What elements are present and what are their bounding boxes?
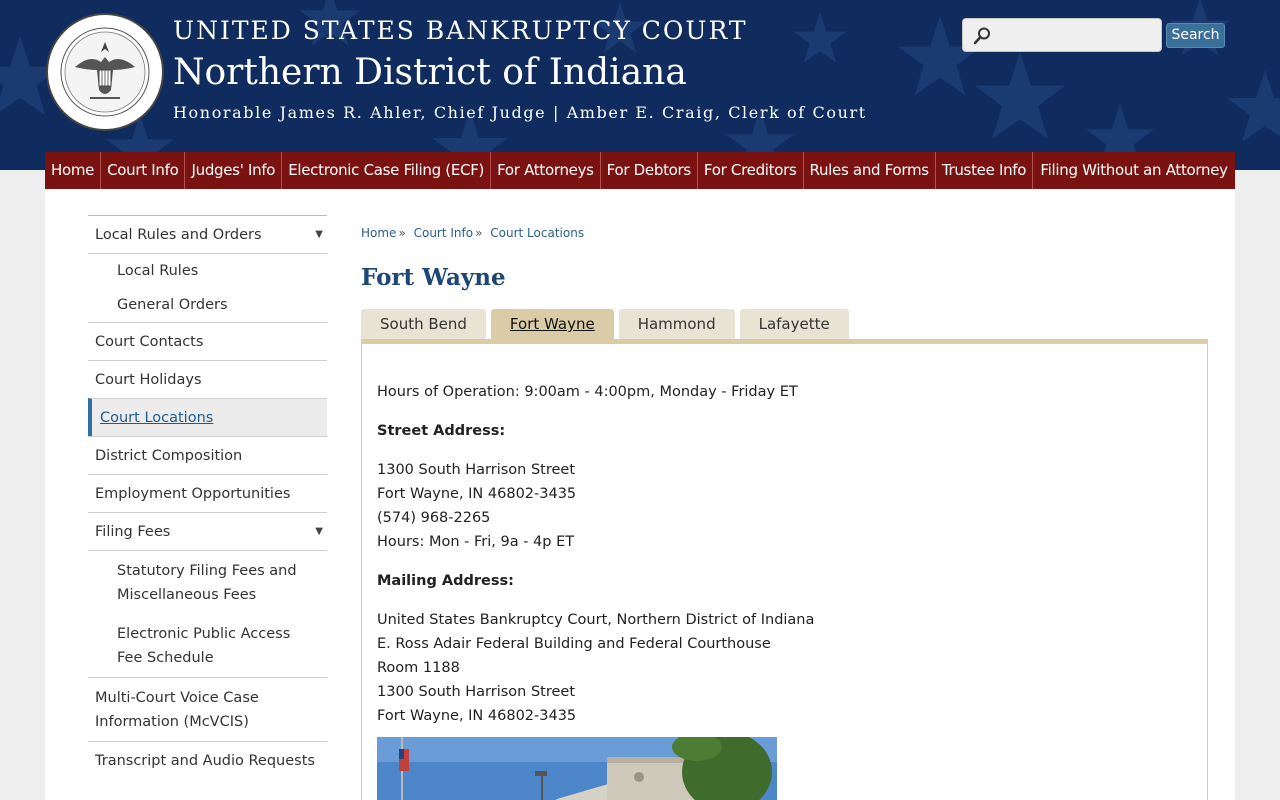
breadcrumb-court-info[interactable]: Court Info [414,226,474,240]
sidebar-item-statutory-filing-fees[interactable]: Statutory Filing Fees and Miscellaneous … [88,550,327,614]
sidebar-item-label: Transcript and Audio Requests [95,753,315,769]
nav-for-debtors[interactable]: For Debtors [601,152,698,189]
page-title: Fort Wayne [361,264,506,291]
sidebar-item-label: Employment Opportunities [95,486,291,502]
nav-rules-and-forms[interactable]: Rules and Forms [804,152,936,189]
sidebar-item-district-composition[interactable]: District Composition [88,436,327,474]
content-area: Local Rules and Orders ▼ Local Rules Gen… [45,189,1235,800]
site-header: UNITED STATES BANKRUPTCY COURT Northern … [0,0,1280,170]
sidebar-item-mcvcis[interactable]: Multi-Court Voice Case Information (McVC… [88,677,327,741]
sidebar-item-label: Local Rules [117,263,199,279]
sidebar-item-court-holidays[interactable]: Court Holidays [88,360,327,398]
phone-number: (574) 968-2265 [377,510,491,526]
hours-of-operation: Hours of Operation: 9:00am - 4:00pm, Mon… [377,384,798,400]
sidebar-item-label: General Orders [117,297,228,313]
breadcrumb: Home» Court Info» Court Locations [361,226,584,240]
location-details: Hours of Operation: 9:00am - 4:00pm, Mon… [377,380,814,743]
mail-line: E. Ross Adair Federal Building and Feder… [377,636,771,652]
nav-for-creditors[interactable]: For Creditors [698,152,804,189]
search-icon [973,27,990,45]
sidebar-item-label: Court Locations [100,410,214,426]
mail-line: Fort Wayne, IN 46802-3435 [377,708,577,724]
mail-line: United States Bankruptcy Court, Northern… [377,612,815,628]
expand-arrow-icon[interactable]: ▼ [315,229,323,240]
street-line: 1300 South Harrison Street [377,462,576,478]
sidebar-menu: Local Rules and Orders ▼ Local Rules Gen… [88,215,327,779]
nav-for-attorneys[interactable]: For Attorneys [491,152,601,189]
district-name: Northern District of Indiana [173,52,687,93]
sidebar-item-general-orders[interactable]: General Orders [88,288,327,322]
nav-filing-without-attorney[interactable]: Filing Without an Attorney [1033,152,1235,189]
tab-hammond[interactable]: Hammond [618,309,735,340]
expand-arrow-icon[interactable]: ▼ [315,526,323,537]
tab-south-bend[interactable]: South Bend [361,309,486,340]
sidebar-item-transcript-audio-requests[interactable]: Transcript and Audio Requests [88,741,327,779]
breadcrumb-court-locations[interactable]: Court Locations [490,226,584,240]
location-tabs: South Bend Fort Wayne Hammond Lafayette [361,309,854,340]
breadcrumb-separator: » [398,226,406,240]
nav-home[interactable]: Home [45,152,102,189]
street-address-heading: Street Address: [377,423,506,439]
street-address: 1300 South Harrison Street Fort Wayne, I… [377,458,814,554]
search-field[interactable] [962,18,1162,52]
mail-line: 1300 South Harrison Street [377,684,576,700]
nav-judges-info[interactable]: Judges' Info [185,152,283,189]
sidebar-item-label: Court Contacts [95,334,204,350]
court-seal-icon [46,13,164,131]
breadcrumb-separator: » [475,226,483,240]
breadcrumb-home[interactable]: Home [361,226,396,240]
sidebar-item-epa-fee-schedule[interactable]: Electronic Public Access Fee Schedule [88,614,327,677]
sidebar-item-local-rules[interactable]: Local Rules [88,253,327,288]
tab-panel: Hours of Operation: 9:00am - 4:00pm, Mon… [361,339,1208,800]
sidebar-item-label: Statutory Filing Fees and Miscellaneous … [117,563,297,603]
tab-fort-wayne[interactable]: Fort Wayne [490,309,614,340]
search-input[interactable] [995,23,1155,47]
courthouse-photo [377,737,777,800]
sidebar-item-label: Court Holidays [95,372,202,388]
sidebar-item-filing-fees[interactable]: Filing Fees ▼ [88,512,327,550]
sidebar-item-label: Electronic Public Access Fee Schedule [117,626,291,666]
judge-clerk-line: Honorable James R. Ahler, Chief Judge | … [173,103,867,122]
sidebar-item-local-rules-and-orders[interactable]: Local Rules and Orders ▼ [88,215,327,253]
sidebar-item-court-locations[interactable]: Court Locations [88,398,327,436]
search-button[interactable]: Search [1166,23,1225,48]
office-hours: Hours: Mon - Fri, 9a - 4p ET [377,534,575,550]
city-line: Fort Wayne, IN 46802-3435 [377,486,577,502]
mailing-address-heading: Mailing Address: [377,573,514,589]
sidebar-item-label: Multi-Court Voice Case Information (McVC… [95,690,259,730]
tab-lafayette[interactable]: Lafayette [739,309,849,340]
main-nav: Home Court Info Judges' Info Electronic … [45,152,1235,189]
sidebar-item-label: District Composition [95,448,243,464]
nav-court-info[interactable]: Court Info [101,152,186,189]
mailing-address: United States Bankruptcy Court, Northern… [377,608,814,728]
nav-ecf[interactable]: Electronic Case Filing (ECF) [282,152,492,189]
mail-line: Room 1188 [377,660,460,676]
sidebar-item-label: Filing Fees [95,524,171,540]
court-name-line: UNITED STATES BANKRUPTCY COURT [173,16,748,45]
sidebar-item-label: Local Rules and Orders [95,227,262,243]
nav-trustee-info[interactable]: Trustee Info [936,152,1034,189]
sidebar-item-employment-opportunities[interactable]: Employment Opportunities [88,474,327,512]
sidebar-item-court-contacts[interactable]: Court Contacts [88,322,327,360]
